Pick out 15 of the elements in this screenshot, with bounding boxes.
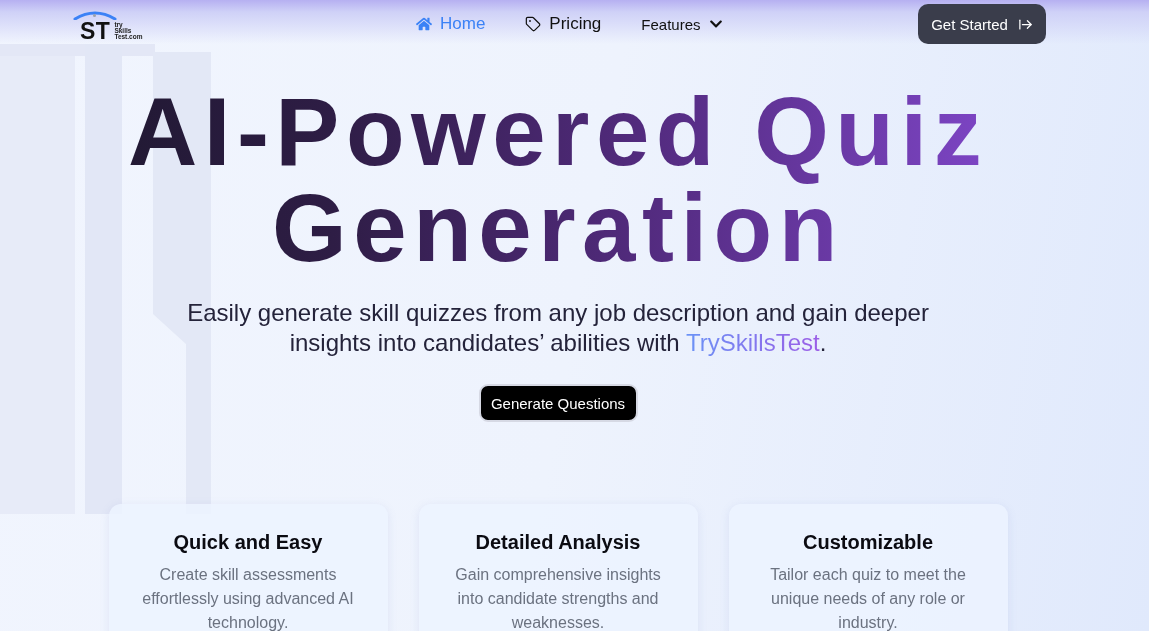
get-started-button[interactable]: Get Started [918, 4, 1046, 44]
card-description: Create skill assessments effortlessly using advanced AI technology. [141, 565, 355, 631]
nav-link[interactable]: Features [641, 15, 723, 33]
card-description: Gain comprehensive insights into candidate strengths and weaknesses. [454, 565, 662, 631]
logo-mark: ST [80, 20, 111, 41]
home-icon [416, 16, 432, 32]
card-description: Tailor each quiz to meet the unique needs of any role or industry. [769, 565, 967, 631]
card-title: Detailed Analysis [475, 530, 641, 555]
hero-subtitle: Easily generate skill quizzes from any job description and gain deeper insights into candidates’ abilities with TrySkillsTest. [186, 298, 930, 358]
nav-link[interactable]: Pricing [525, 14, 602, 34]
card-title: Customizable [803, 530, 933, 555]
arc-icon [73, 9, 117, 20]
tag-icon [525, 16, 542, 32]
card-title: Quick and Easy [173, 530, 323, 555]
generate-questions-button[interactable]: Generate Questions [478, 384, 638, 422]
